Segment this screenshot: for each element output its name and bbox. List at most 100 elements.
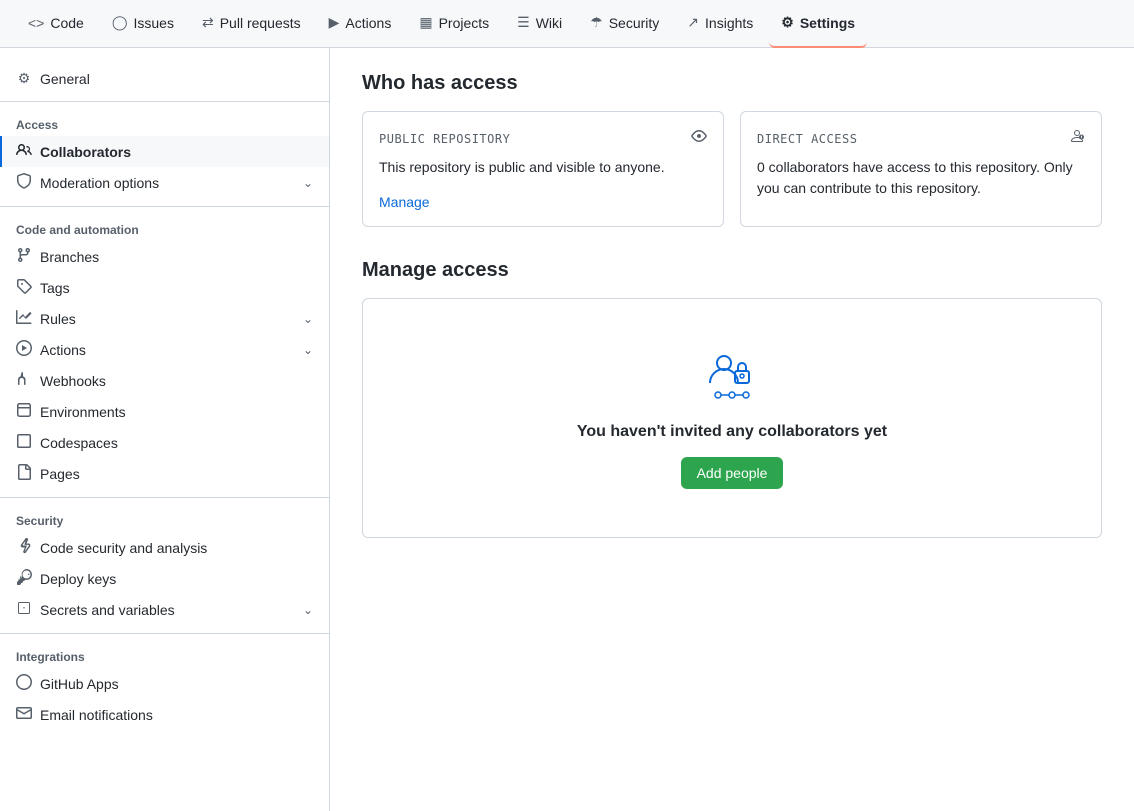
manage-access-box: You haven't invited any collaborators ye…	[362, 298, 1102, 538]
card-desc-direct: 0 collaborators have access to this repo…	[757, 157, 1085, 199]
nav-settings-label: Settings	[800, 15, 855, 31]
rules-chevron-icon: ⌄	[303, 312, 313, 326]
sidebar-item-moderation[interactable]: Moderation options ⌄	[0, 167, 329, 198]
codespaces-icon	[16, 433, 32, 452]
sidebar-webhooks-label: Webhooks	[40, 373, 106, 389]
sidebar-tags-label: Tags	[40, 280, 70, 296]
nav-insights[interactable]: ↗ Insights	[675, 0, 765, 48]
actions-chevron-icon: ⌄	[303, 343, 313, 357]
nav-wiki-label: Wiki	[536, 15, 562, 31]
nav-projects-label: Projects	[439, 15, 490, 31]
nav-actions-label: Actions	[345, 15, 391, 31]
sidebar-item-webhooks[interactable]: Webhooks	[0, 365, 329, 396]
sidebar-divider-4	[0, 633, 329, 634]
sidebar-actions-label: Actions	[40, 342, 86, 358]
nav-projects[interactable]: ▦ Projects	[407, 0, 501, 48]
add-people-button[interactable]: Add people	[681, 457, 784, 489]
issues-icon: ◯	[112, 14, 128, 31]
pullrequest-icon: ⇄	[202, 14, 214, 31]
insights-icon: ↗	[687, 14, 699, 31]
sidebar-item-general[interactable]: ⚙ General	[0, 64, 329, 93]
page-title: Who has access	[362, 72, 1102, 95]
secrets-icon	[16, 600, 32, 619]
sidebar-item-environments[interactable]: Environments	[0, 396, 329, 427]
moderation-icon	[16, 173, 32, 192]
top-nav: <> Code ◯ Issues ⇄ Pull requests ▶ Actio…	[0, 0, 1134, 48]
sidebar-item-email-notifications[interactable]: Email notifications	[0, 699, 329, 730]
public-repo-card: PUBLIC REPOSITORY This repository is pub…	[362, 111, 724, 227]
sidebar-branches-label: Branches	[40, 249, 99, 265]
sidebar-deploy-keys-label: Deploy keys	[40, 571, 116, 587]
nav-actions[interactable]: ▶ Actions	[317, 0, 404, 48]
access-cards: PUBLIC REPOSITORY This repository is pub…	[362, 111, 1102, 227]
collab-illustration	[702, 347, 762, 407]
sidebar-rules-label: Rules	[40, 311, 76, 327]
manage-access-title: Manage access	[362, 259, 1102, 282]
layout: ⚙ General Access Collaborators Moderatio…	[0, 48, 1134, 811]
direct-access-card: DIRECT ACCESS 0 collaborators have acces…	[740, 111, 1102, 227]
environments-icon	[16, 402, 32, 421]
sidebar-pages-label: Pages	[40, 466, 80, 482]
nav-code[interactable]: <> Code	[16, 0, 96, 48]
deploy-keys-icon	[16, 569, 32, 588]
nav-security-label: Security	[609, 15, 660, 31]
sidebar-section-integrations: Integrations	[0, 642, 329, 668]
rules-icon	[16, 309, 32, 328]
sidebar-item-branches[interactable]: Branches	[0, 241, 329, 272]
secrets-chevron-icon: ⌄	[303, 603, 313, 617]
card-desc-public: This repository is public and visible to…	[379, 157, 707, 178]
nav-settings[interactable]: ⚙ Settings	[769, 0, 867, 48]
sidebar-section-access: Access	[0, 110, 329, 136]
sidebar-divider-2	[0, 206, 329, 207]
sidebar-divider-3	[0, 497, 329, 498]
nav-issues[interactable]: ◯ Issues	[100, 0, 186, 48]
manage-link[interactable]: Manage	[379, 194, 430, 210]
email-icon	[16, 705, 32, 724]
sidebar-github-apps-label: GitHub Apps	[40, 676, 119, 692]
projects-icon: ▦	[419, 14, 432, 31]
security-icon: ☂	[590, 14, 603, 31]
code-icon: <>	[28, 15, 44, 31]
sidebar-secrets-label: Secrets and variables	[40, 602, 175, 618]
sidebar-divider-1	[0, 101, 329, 102]
sidebar-item-github-apps[interactable]: GitHub Apps	[0, 668, 329, 699]
sidebar-item-rules[interactable]: Rules ⌄	[0, 303, 329, 334]
pages-icon	[16, 464, 32, 483]
sidebar-item-code-security[interactable]: Code security and analysis	[0, 532, 329, 563]
sidebar-code-security-label: Code security and analysis	[40, 540, 207, 556]
sidebar-codespaces-label: Codespaces	[40, 435, 118, 451]
webhooks-icon	[16, 371, 32, 390]
nav-security[interactable]: ☂ Security	[578, 0, 671, 48]
collaborators-icon	[16, 142, 32, 161]
nav-pull-requests[interactable]: ⇄ Pull requests	[190, 0, 313, 48]
sidebar-item-pages[interactable]: Pages	[0, 458, 329, 489]
eye-icon	[691, 128, 707, 149]
moderation-chevron-icon: ⌄	[303, 176, 313, 190]
sidebar-item-deploy-keys[interactable]: Deploy keys	[0, 563, 329, 594]
card-type-public: PUBLIC REPOSITORY	[379, 132, 510, 146]
nav-insights-label: Insights	[705, 15, 753, 31]
general-icon: ⚙	[16, 70, 32, 87]
sidebar-item-collaborators[interactable]: Collaborators	[0, 136, 329, 167]
sidebar-item-actions[interactable]: Actions ⌄	[0, 334, 329, 365]
sidebar-item-codespaces[interactable]: Codespaces	[0, 427, 329, 458]
nav-pr-label: Pull requests	[220, 15, 301, 31]
github-apps-icon	[16, 674, 32, 693]
no-collab-msg: You haven't invited any collaborators ye…	[387, 423, 1077, 441]
sidebar: ⚙ General Access Collaborators Moderatio…	[0, 48, 330, 811]
sidebar-general-label: General	[40, 71, 90, 87]
sidebar-environments-label: Environments	[40, 404, 126, 420]
sidebar-item-tags[interactable]: Tags	[0, 272, 329, 303]
sidebar-email-label: Email notifications	[40, 707, 153, 723]
nav-wiki[interactable]: ☰ Wiki	[505, 0, 574, 48]
actions-icon: ▶	[329, 14, 340, 31]
actions-sidebar-icon	[16, 340, 32, 359]
card-type-direct: DIRECT ACCESS	[757, 132, 857, 146]
sidebar-moderation-label: Moderation options	[40, 175, 159, 191]
settings-icon: ⚙	[781, 14, 794, 31]
nav-code-label: Code	[50, 15, 83, 31]
card-header-public: PUBLIC REPOSITORY	[379, 128, 707, 149]
sidebar-section-security: Security	[0, 506, 329, 532]
sidebar-item-secrets[interactable]: Secrets and variables ⌄	[0, 594, 329, 625]
main-content: Who has access PUBLIC REPOSITORY This re…	[330, 48, 1134, 811]
